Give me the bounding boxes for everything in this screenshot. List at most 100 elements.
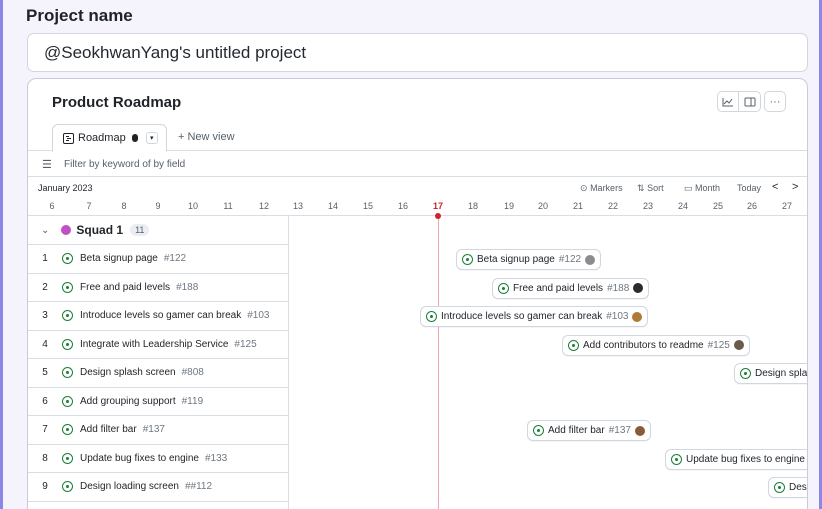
filter-input[interactable]: Filter by keyword of by field [64, 159, 185, 170]
row-title[interactable]: Free and paid levels [80, 282, 170, 293]
day-label: 23 [642, 201, 653, 211]
table-row[interactable]: 9 Design loading screen ##112 [28, 473, 289, 502]
markers-button[interactable]: ⊙ Markers [580, 183, 623, 194]
row-title[interactable]: Add filter bar [80, 424, 137, 435]
open-issue-icon [740, 368, 751, 379]
day-label: 10 [187, 201, 198, 211]
open-issue-icon [533, 425, 544, 436]
row-issue-number: #188 [176, 281, 199, 293]
row-number: 2 [42, 281, 48, 293]
more-icon[interactable]: ··· [764, 91, 786, 112]
markers-icon: ⊙ [580, 183, 588, 193]
bar-title: Update bug fixes to engine [686, 453, 805, 465]
view-toolbar: ··· [717, 91, 786, 112]
table-row[interactable]: 2 Free and paid levels #188 [28, 274, 289, 302]
sort-label: Sort [647, 183, 664, 193]
group-count-badge: 11 [130, 224, 150, 236]
roadmap-title: Product Roadmap [52, 94, 182, 111]
project-name-input[interactable]: @SeokhwanYang's untitled project [27, 33, 808, 72]
day-label: 7 [86, 201, 92, 211]
row-issue-number: #137 [142, 424, 165, 436]
row-number: 1 [42, 253, 48, 265]
open-issue-icon [498, 282, 509, 294]
row-number: 5 [42, 367, 48, 379]
open-issue-icon [62, 310, 73, 322]
row-title[interactable]: Add grouping support [80, 396, 176, 407]
row-issue-number: #103 [247, 310, 270, 322]
timeline-bar[interactable]: Add contributors to readme #125 [562, 334, 750, 356]
open-issue-icon [62, 338, 73, 350]
day-label: 24 [677, 201, 688, 211]
bar-issue-number: #188 [607, 282, 630, 294]
filter-bar[interactable]: ☰ Filter by keyword of by field [28, 152, 807, 177]
roadmap-card: Product Roadmap ··· Roadmap ▾ + New view… [27, 78, 808, 509]
day-label: 27 [781, 201, 792, 211]
timeline-bars: Beta signup page #122 Free and paid levels… [290, 216, 808, 509]
timeline-bar[interactable]: Design spla [734, 363, 808, 384]
project-name-label: Project name [26, 6, 133, 25]
table-row[interactable]: 3 Introduce levels so gamer can break #103 [28, 302, 289, 331]
row-title[interactable]: Design splash screen [80, 367, 176, 378]
row-title[interactable]: Introduce levels so gamer can break [80, 310, 241, 321]
avatar [585, 254, 596, 265]
row-issue-number: #119 [181, 395, 204, 407]
timeline-bar[interactable]: Introduce levels so gamer can break #103 [420, 306, 649, 327]
open-issue-icon [62, 367, 73, 379]
bug-icon [131, 134, 138, 142]
row-number: 3 [42, 310, 48, 322]
avatar [632, 311, 643, 322]
chart-icon[interactable] [717, 91, 739, 112]
group-name: Squad 1 [76, 223, 124, 237]
table-row[interactable]: 1 Beta signup page #122 [28, 245, 289, 274]
table-row[interactable]: 4 Integrate with Leadership Service #125 [28, 331, 289, 359]
row-number: 4 [42, 338, 48, 350]
prev-icon[interactable]: < [772, 181, 778, 193]
open-issue-icon [62, 395, 73, 407]
bar-issue-number: #125 [707, 339, 730, 351]
timeline-month: January 2023 [38, 183, 93, 193]
timeline-days: 6 7 8 9 10 11 12 13 14 15 16 17 18 19 20 21 22 23 24 25 26 27 [28, 198, 807, 216]
open-issue-icon [774, 482, 785, 493]
sort-icon: ⇅ [637, 183, 645, 193]
sort-button[interactable]: ⇅ Sort [637, 183, 664, 194]
day-label: 9 [155, 201, 161, 211]
row-title[interactable]: Design loading screen [80, 481, 179, 492]
day-label: 25 [712, 201, 723, 211]
day-label: 13 [292, 201, 303, 211]
table-row[interactable]: 6 Add grouping support #119 [28, 388, 289, 416]
table-row[interactable]: 7 Add filter bar #137 [28, 416, 289, 445]
table-row[interactable]: 8 Update bug fixes to engine #133 [28, 445, 289, 473]
bar-title: Beta signup page [477, 254, 555, 265]
tab-dropdown-icon[interactable]: ▾ [145, 132, 158, 144]
bar-title: Introduce levels so gamer can break [441, 311, 603, 322]
bar-issue-number: #137 [608, 425, 631, 436]
tab-roadmap[interactable]: Roadmap ▾ [52, 124, 167, 152]
timeline-bar[interactable]: Update bug fixes to engine [665, 448, 807, 470]
group-header[interactable]: ⌄ Squad 1 11 [28, 216, 289, 245]
avatar [733, 340, 744, 350]
today-button[interactable]: Today [737, 183, 761, 193]
day-label: 21 [572, 201, 583, 211]
open-issue-icon [62, 281, 73, 293]
timeline-bar[interactable]: Des [768, 477, 807, 498]
chevron-down-icon[interactable]: ⌄ [41, 225, 49, 236]
row-title[interactable]: Beta signup page [80, 253, 158, 264]
bar-title: Design spla [755, 368, 808, 379]
timeline-bar[interactable]: Free and paid levels #188 [492, 277, 650, 299]
row-title[interactable]: Integrate with Leadership Service [80, 339, 228, 350]
row-number: 9 [42, 481, 48, 493]
day-label: 22 [607, 201, 618, 211]
new-view-button[interactable]: + New view [178, 131, 235, 143]
filter-icon: ☰ [42, 159, 52, 171]
next-icon[interactable]: > [792, 181, 798, 193]
panel-icon[interactable] [739, 91, 761, 112]
zoom-button[interactable]: ▭ Month [684, 183, 720, 194]
timeline-bar[interactable]: Beta signup page #122 [456, 249, 602, 270]
open-issue-icon [462, 254, 473, 265]
day-label: 18 [467, 201, 478, 211]
table-row[interactable]: 5 Design splash screen #808 [28, 359, 289, 388]
day-label: 12 [258, 201, 269, 211]
timeline-bar[interactable]: Add filter bar #137 [527, 420, 651, 441]
row-title[interactable]: Update bug fixes to engine [80, 453, 199, 464]
day-label: 14 [327, 201, 338, 211]
